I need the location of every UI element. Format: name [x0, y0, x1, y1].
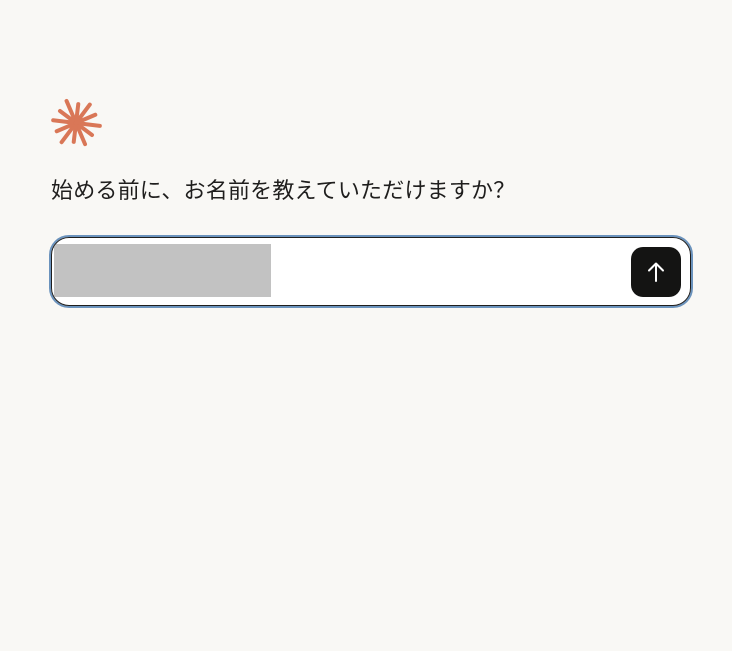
arrow-up-icon [648, 262, 664, 282]
asterisk-burst-icon [51, 98, 102, 147]
redacted-name-value [54, 244, 271, 297]
submit-button[interactable] [631, 247, 681, 297]
onboarding-page: 始める前に、お名前を教えていただけますか？ [0, 0, 732, 651]
onboarding-question: 始める前に、お名前を教えていただけますか？ [51, 179, 516, 204]
name-input-container[interactable] [51, 237, 691, 306]
